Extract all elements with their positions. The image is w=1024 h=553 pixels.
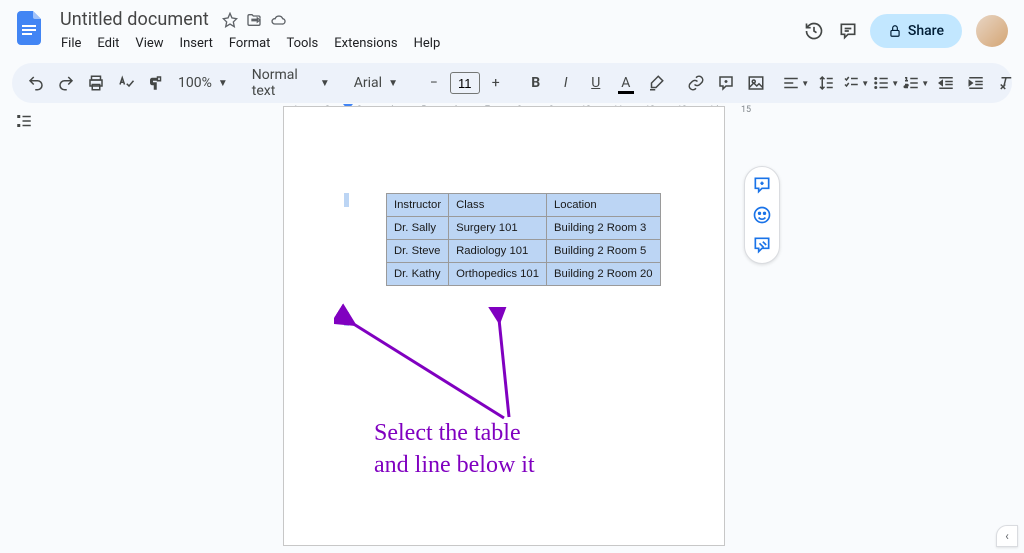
increase-indent-button[interactable] <box>962 69 990 97</box>
font-size-increase[interactable]: + <box>482 69 510 97</box>
document-title[interactable]: Untitled document <box>54 8 215 31</box>
table-header-cell[interactable]: Instructor <box>387 194 449 217</box>
table-cell[interactable]: Radiology 101 <box>449 240 547 263</box>
add-reaction-pill-button[interactable] <box>750 203 774 227</box>
comments-icon[interactable] <box>836 19 860 43</box>
annotation-arrow-left <box>334 303 534 433</box>
move-icon[interactable] <box>245 11 263 29</box>
text-color-button[interactable]: A <box>612 69 640 97</box>
content-table[interactable]: InstructorClassLocationDr. SallySurgery … <box>386 193 661 286</box>
outline-icon[interactable] <box>15 112 35 132</box>
star-icon[interactable] <box>221 11 239 29</box>
header-actions: Share <box>802 8 1012 48</box>
menu-bar: File Edit View Insert Format Tools Exten… <box>52 31 802 55</box>
table-cell[interactable]: Dr. Kathy <box>387 263 449 286</box>
table-cell[interactable]: Orthopedics 101 <box>449 263 547 286</box>
bold-button[interactable]: B <box>522 69 550 97</box>
history-icon[interactable] <box>802 19 826 43</box>
chevron-down-icon: ▼ <box>891 79 899 88</box>
selection-marker-top <box>344 193 349 207</box>
italic-button[interactable]: I <box>552 69 580 97</box>
clear-formatting-button[interactable] <box>992 69 1020 97</box>
chevron-down-icon: ▼ <box>861 79 869 88</box>
toolbar: 100%▼ Normal text▼ Arial▼ − + B I U A ▼ … <box>12 63 1012 103</box>
checklist-button[interactable]: ▼ <box>842 69 870 97</box>
selection-marker-bottom <box>344 312 349 326</box>
table-cell[interactable]: Surgery 101 <box>449 217 547 240</box>
table-cell[interactable]: Building 2 Room 5 <box>547 240 661 263</box>
app-header: Untitled document File Edit View Insert … <box>0 0 1024 55</box>
chevron-down-icon: ▼ <box>218 78 228 89</box>
undo-button[interactable] <box>22 69 50 97</box>
style-select[interactable]: Normal text▼ <box>246 67 336 99</box>
table-cell[interactable]: Dr. Steve <box>387 240 449 263</box>
title-area: Untitled document File Edit View Insert … <box>52 8 802 55</box>
chevron-down-icon: ▼ <box>320 78 330 89</box>
insert-image-button[interactable] <box>742 69 770 97</box>
menu-format[interactable]: Format <box>222 32 278 55</box>
font-select[interactable]: Arial▼ <box>348 75 408 91</box>
menu-tools[interactable]: Tools <box>279 32 325 55</box>
page: InstructorClassLocationDr. SallySurgery … <box>283 106 725 546</box>
table-cell[interactable]: Dr. Sally <box>387 217 449 240</box>
comment-actions-pill <box>744 166 780 264</box>
annotation-text: Select the table and line below it <box>374 417 535 482</box>
menu-extensions[interactable]: Extensions <box>327 32 404 55</box>
docs-logo[interactable] <box>12 10 48 46</box>
insert-link-button[interactable] <box>682 69 710 97</box>
share-label: Share <box>908 23 944 39</box>
cloud-status-icon[interactable] <box>269 11 287 29</box>
menu-help[interactable]: Help <box>407 32 448 55</box>
font-size-input[interactable] <box>450 72 480 94</box>
underline-button[interactable]: U <box>582 69 610 97</box>
workspace: InstructorClassLocationDr. SallySurgery … <box>0 106 1024 553</box>
bulleted-list-button[interactable]: ▼ <box>872 69 900 97</box>
table-row[interactable]: Dr. SallySurgery 101Building 2 Room 3 <box>387 217 661 240</box>
print-button[interactable] <box>82 69 110 97</box>
side-panel-toggle[interactable]: ‹ <box>996 525 1018 547</box>
redo-button[interactable] <box>52 69 80 97</box>
table-row[interactable]: Dr. SteveRadiology 101Building 2 Room 5 <box>387 240 661 263</box>
paint-format-button[interactable] <box>142 69 170 97</box>
font-size-decrease[interactable]: − <box>420 69 448 97</box>
spellcheck-button[interactable] <box>112 69 140 97</box>
outline-panel <box>0 106 50 553</box>
chevron-down-icon: ▼ <box>388 78 398 89</box>
menu-file[interactable]: File <box>54 32 88 55</box>
zoom-select[interactable]: 100%▼ <box>172 75 234 91</box>
highlight-button[interactable] <box>642 69 670 97</box>
decrease-indent-button[interactable] <box>932 69 960 97</box>
numbered-list-button[interactable]: ▼ <box>902 69 930 97</box>
annotation-arrow-right <box>479 307 539 427</box>
chevron-down-icon: ▼ <box>801 79 809 88</box>
table-cell[interactable]: Building 2 Room 20 <box>547 263 661 286</box>
font-size-control: − + <box>420 69 510 97</box>
line-spacing-button[interactable] <box>812 69 840 97</box>
chevron-down-icon: ▼ <box>921 79 929 88</box>
table-header-cell[interactable]: Location <box>547 194 661 217</box>
share-button[interactable]: Share <box>870 14 962 48</box>
menu-insert[interactable]: Insert <box>173 32 220 55</box>
align-button[interactable]: ▼ <box>782 69 810 97</box>
table-header-cell[interactable]: Class <box>449 194 547 217</box>
table-cell[interactable]: Building 2 Room 3 <box>547 217 661 240</box>
menu-view[interactable]: View <box>128 32 170 55</box>
add-comment-button[interactable] <box>712 69 740 97</box>
add-comment-pill-button[interactable] <box>750 173 774 197</box>
table-row[interactable]: Dr. KathyOrthopedics 101Building 2 Room … <box>387 263 661 286</box>
menu-edit[interactable]: Edit <box>90 32 126 55</box>
document-canvas[interactable]: InstructorClassLocationDr. SallySurgery … <box>50 106 1024 553</box>
suggest-edits-pill-button[interactable] <box>750 233 774 257</box>
user-avatar[interactable] <box>976 15 1008 47</box>
lock-icon <box>888 24 902 38</box>
